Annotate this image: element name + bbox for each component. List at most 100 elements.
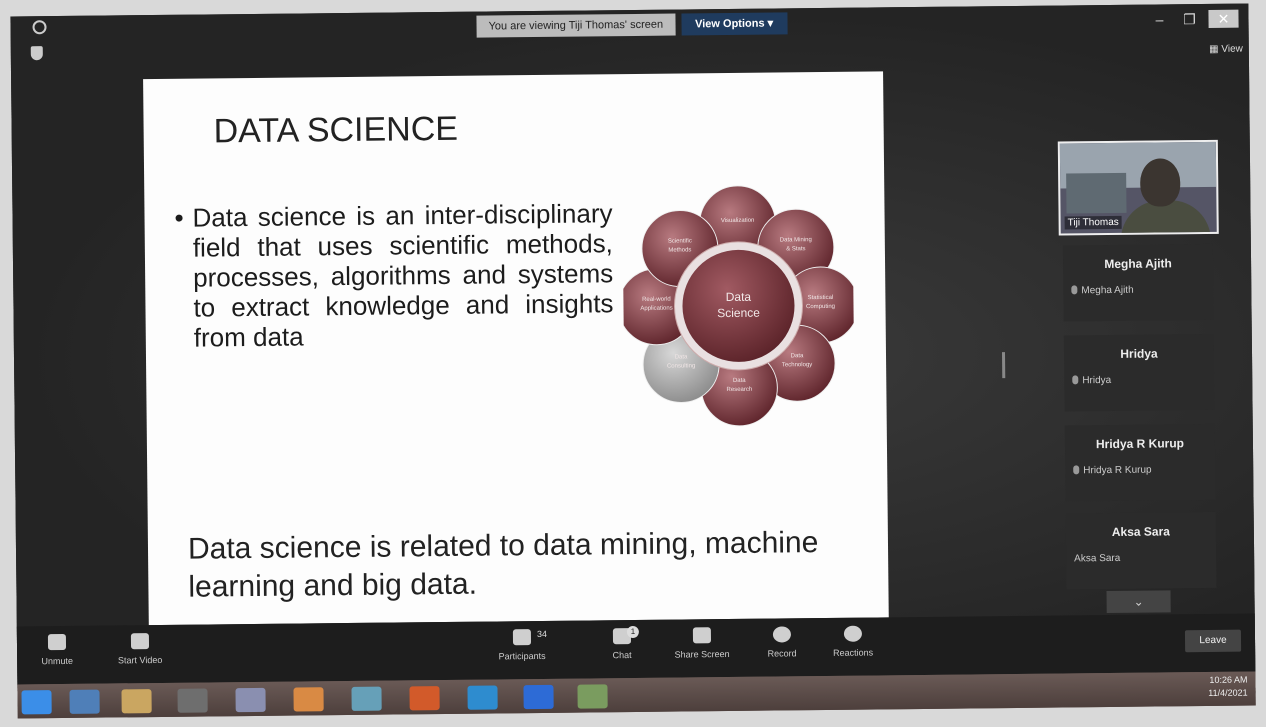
slide-title: DATA SCIENCE [213,109,459,151]
clock-date: 11/4/2021 [1208,687,1248,698]
diagram-petal-label: Data Mining [780,237,812,243]
start-video-button[interactable]: Start Video [105,633,175,666]
record-icon [772,626,792,643]
panel-resize-handle[interactable] [1001,352,1006,379]
participants-count: 34 [536,628,547,640]
minimize-button[interactable]: – [1148,10,1170,28]
chat-button[interactable]: Chat 1 [597,625,647,661]
close-button[interactable]: ✕ [1208,9,1239,28]
view-label: View [1221,43,1243,55]
diagram-center-label-2: Science [717,306,760,320]
diagram-petal-label: Consulting [667,363,695,369]
diagram-petal-label: Scientific [668,238,692,244]
diagram-petal-label: Technology [782,362,812,368]
participant-sub-label: Hridya R Kurup [1073,464,1152,477]
record-button[interactable]: Record [757,626,807,659]
participant-sub-label: Hridya [1072,375,1111,386]
zoom-app-icon [32,20,47,35]
diagram-petal-label: Data [733,378,746,384]
mic-muted-icon [1072,375,1079,385]
screen-share-banner: You are viewing Tiji Thomas' screen View… [476,12,788,38]
zoom-window: You are viewing Tiji Thomas' screen View… [10,3,1256,719]
app-icon[interactable] [235,687,266,713]
data-science-diagram: Visualization Data Mining & Stats Statistic… [617,170,859,442]
shield-icon[interactable] [30,46,43,61]
shared-slide: DATA SCIENCE • Data science is an inter-… [143,71,889,626]
zoom-taskbar-icon[interactable] [523,684,554,710]
participant-sub-name: Hridya [1082,374,1112,387]
diagram-petal-label: & Stats [786,246,805,252]
gallery-more-button[interactable]: ⌄ [1106,590,1171,614]
chat-label: Chat [612,650,632,661]
window-controls: – ❐ ✕ [1148,9,1239,29]
diagram-svg: Visualization Data Mining & Stats Statistic… [617,185,859,427]
system-clock[interactable]: 10:26 AM 11/4/2021 [1208,674,1248,700]
diagram-center-label-1: Data [726,290,752,304]
participants-label: Participants [498,650,546,662]
video-off-icon [130,633,150,650]
bullet-text: Data science is an inter-disciplinary fi… [192,198,614,353]
chat-badge: 1 [626,625,639,639]
bullet-dot: • [174,202,184,233]
participant-display-name: Hridya [1120,346,1158,361]
diagram-petal-label: Methods [668,247,691,253]
microphone-muted-icon [47,633,67,651]
internet-explorer-icon[interactable] [69,689,100,714]
slide-bullet: • Data science is an inter-disciplinary … [174,198,614,353]
viewing-screen-text: You are viewing Tiji Thomas' screen [476,13,676,38]
smiley-icon [843,625,863,642]
participant-sub-label: Aksa Sara [1074,553,1120,564]
mic-muted-icon [1071,285,1078,295]
video-person-head [1139,158,1181,207]
participants-icon [512,629,532,646]
leave-button[interactable]: Leave [1184,629,1242,653]
diagram-petal-label: Real-world [642,297,671,303]
unmute-label: Unmute [41,655,73,667]
diagram-petal-label: Computing [806,304,835,310]
record-label: Record [767,648,797,659]
participant-sub-name: Hridya R Kurup [1083,464,1152,477]
powerpoint-icon[interactable] [577,684,608,709]
diagram-petal-label: Statistical [808,295,834,301]
view-layout-button[interactable]: ▦ View [1209,44,1243,55]
grid-icon: ▦ [1209,43,1222,55]
participant-sub-label: Megha Ajith [1071,284,1134,297]
participant-display-name: Hridya R Kurup [1095,436,1185,452]
diagram-petal-label: Data [791,353,804,359]
skype-icon[interactable] [467,685,498,710]
diagram-petal-label: Visualization [721,218,755,224]
share-screen-label: Share Screen [674,649,730,660]
media-player-icon[interactable] [177,688,208,713]
participant-sub-name: Megha Ajith [1081,284,1134,297]
mic-muted-icon [1073,465,1080,475]
reactions-label: Reactions [833,647,874,658]
reactions-button[interactable]: Reactions [823,625,883,658]
participant-display-name: Megha Ajith [1104,256,1172,272]
firefox-icon[interactable] [409,686,440,711]
participant-tile[interactable]: Megha Ajith Megha Ajith [1062,243,1214,322]
app-icon[interactable] [351,686,382,711]
participant-tile[interactable]: Hridya Hridya [1063,333,1215,412]
start-button[interactable] [21,690,52,715]
share-screen-icon [692,627,712,644]
unmute-button[interactable]: Unmute [27,633,87,667]
participant-sub-name: Aksa Sara [1074,552,1121,565]
app-icon[interactable] [293,687,324,712]
participant-tile[interactable]: Hridya R Kurup Hridya R Kurup [1064,423,1216,502]
restore-button[interactable]: ❐ [1178,10,1200,28]
file-explorer-icon[interactable] [121,689,152,714]
participant-display-name: Aksa Sara [1111,524,1170,539]
video-tile-tiji-thomas[interactable]: Tiji Thomas [1057,139,1219,236]
diagram-petal-label: Data [675,354,688,360]
clock-time: 10:26 AM [1209,674,1248,685]
diagram-petal-label: Applications [640,306,672,312]
participant-tile[interactable]: Aksa Sara Aksa Sara [1065,511,1217,590]
participants-button[interactable]: Participants 34 [487,629,557,662]
slide-closing-text: Data science is related to data mining, … [187,526,819,604]
video-building [1066,172,1127,214]
view-options-button[interactable]: View Options ▾ [680,12,788,36]
diagram-petal-label: Research [726,387,752,393]
share-screen-button[interactable]: Share Screen [667,627,737,660]
video-name-label: Tiji Thomas [1064,215,1122,230]
start-video-label: Start Video [117,654,163,666]
